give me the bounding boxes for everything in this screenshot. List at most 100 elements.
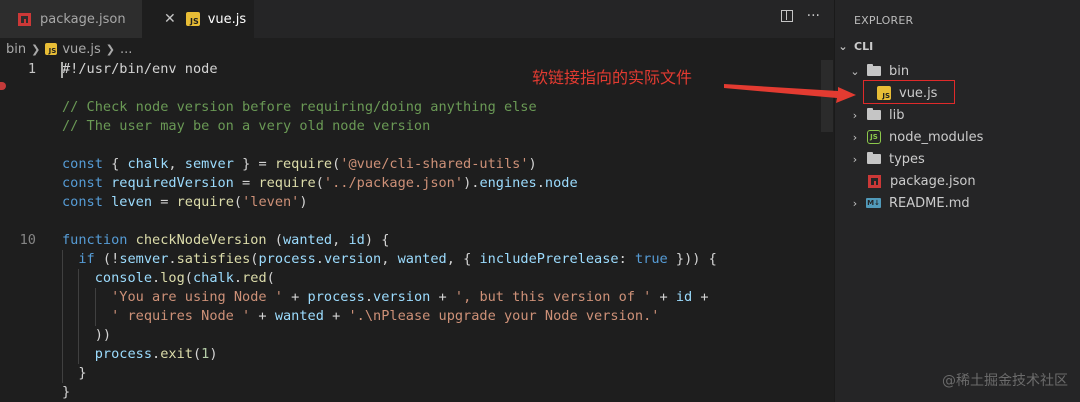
code-line[interactable]: console.log(chalk.red( <box>0 269 834 288</box>
code-token: : <box>618 251 635 267</box>
code-token: leven <box>111 194 153 210</box>
code-token: ). <box>463 175 480 191</box>
code-token: . <box>315 251 324 267</box>
code-text: } <box>62 383 70 402</box>
code-token: , <box>168 156 185 172</box>
tab-vue-js[interactable]: ✕ JS vue.js <box>142 0 254 38</box>
code-line[interactable]: 1 #!/usr/bin/env node <box>0 60 834 79</box>
code-line[interactable]: // Check node version before requiring/d… <box>0 98 834 117</box>
code-token: . <box>364 289 374 305</box>
text-cursor <box>61 62 63 78</box>
watermark: @稀土掘金技术社区 <box>942 373 1068 389</box>
code-token: id <box>675 289 693 305</box>
code-text: console.log(chalk.red( <box>62 269 275 288</box>
breadcrumb-folder[interactable]: bin <box>6 42 26 57</box>
explorer-sidebar: EXPLORER ⌄ CLI ⌄ bin JS vue.js › lib › J… <box>834 0 1080 402</box>
code-token: } <box>62 365 87 381</box>
code-line[interactable]: const requiredVersion = require('../pack… <box>0 174 834 193</box>
code-text: )) <box>62 326 111 345</box>
explorer-root-header[interactable]: ⌄ CLI <box>837 40 873 53</box>
code-text: process.exit(1) <box>62 345 218 364</box>
code-token: version <box>373 289 431 305</box>
code-text: #!/usr/bin/env node <box>62 60 218 79</box>
breadcrumb-tail[interactable]: ... <box>120 42 132 57</box>
code-line[interactable]: 'You are using Node ' + process.version … <box>0 288 834 307</box>
code-text: const leven = require('leven') <box>62 193 308 212</box>
tree-item-types[interactable]: › types <box>835 148 1080 170</box>
code-line[interactable] <box>0 212 834 231</box>
code-token: + <box>692 289 709 305</box>
code-token: + <box>651 289 676 305</box>
code-token: chalk <box>192 270 234 286</box>
tab-label: vue.js <box>207 11 247 27</box>
code-text: ' requires Node ' + wanted + '.\nPlease … <box>62 307 659 326</box>
tree-item-label: types <box>889 151 925 167</box>
code-token: require <box>176 194 234 210</box>
code-line[interactable]: ' requires Node ' + wanted + '.\nPlease … <box>0 307 834 326</box>
code-token: process <box>307 289 365 305</box>
code-line[interactable]: } <box>0 383 834 402</box>
breadcrumb-file[interactable]: vue.js <box>62 42 100 57</box>
tree-item-bin[interactable]: ⌄ bin <box>835 60 1080 82</box>
tab-package-json[interactable]: package.json <box>0 0 142 38</box>
code-token: , <box>332 232 349 248</box>
code-line[interactable]: process.exit(1) <box>0 345 834 364</box>
code-token: )) <box>62 327 112 343</box>
code-token: ( <box>184 270 193 286</box>
line-number: 10 <box>19 232 36 248</box>
code-token: = <box>233 175 259 191</box>
code-line[interactable]: 10 function checkNodeVersion (wanted, id)… <box>0 231 834 250</box>
code-token: ( <box>315 175 324 191</box>
code-token: exit <box>160 346 193 362</box>
code-line[interactable] <box>0 79 834 98</box>
code-token: ' requires Node ' <box>111 308 251 324</box>
code-line[interactable]: const { chalk, semver } = require('@vue/… <box>0 155 834 174</box>
code-token: . <box>152 270 161 286</box>
code-line[interactable]: const leven = require('leven') <box>0 193 834 212</box>
editor-area[interactable]: package.json ✕ JS vue.js ··· bin ❯ JS vu… <box>0 0 834 402</box>
code-token: console <box>94 270 153 286</box>
code-token: } <box>62 384 71 400</box>
code-editor[interactable]: 1 #!/usr/bin/env node // Check node versio… <box>0 60 834 402</box>
code-token: . <box>152 346 161 362</box>
editor-actions: ··· <box>780 9 820 23</box>
code-token: ) { <box>364 232 390 248</box>
code-token: node <box>544 175 578 191</box>
code-token: red <box>242 270 267 286</box>
code-line[interactable]: )) <box>0 326 834 345</box>
code-line[interactable] <box>0 136 834 155</box>
nodejs-icon: JS <box>867 130 881 144</box>
code-token: '../package.json' <box>323 175 464 191</box>
tree-item-node-modules[interactable]: › JS node_modules <box>835 126 1080 148</box>
chevron-down-icon: ⌄ <box>850 64 860 78</box>
tree-item-label: lib <box>889 107 905 123</box>
code-token: ( <box>266 270 275 286</box>
code-line[interactable]: // The user may be on a very old node ve… <box>0 117 834 136</box>
code-text: } <box>62 364 87 383</box>
code-token: + <box>282 289 308 305</box>
scrollbar-thumb[interactable] <box>821 60 833 132</box>
code-line[interactable]: if (!semver.satisfies(process.version, w… <box>0 250 834 269</box>
chevron-right-icon: ❯ <box>105 42 115 56</box>
code-token: wanted <box>274 308 324 324</box>
tree-item-package-json[interactable]: package.json <box>835 170 1080 192</box>
code-token: ', but this version of ' <box>454 289 652 305</box>
code-token: { <box>102 156 128 172</box>
code-line[interactable]: } <box>0 364 834 383</box>
js-file-icon: JS <box>185 12 200 26</box>
tree-item-lib[interactable]: › lib <box>835 104 1080 126</box>
more-actions-icon[interactable]: ··· <box>807 9 820 23</box>
folder-icon <box>867 152 881 164</box>
markdown-icon: M↓ <box>866 198 881 208</box>
split-editor-icon[interactable] <box>780 10 793 22</box>
code-token: includePrerelease <box>479 251 619 267</box>
code-token: #!/usr/bin/env node <box>62 61 218 77</box>
close-icon[interactable]: ✕ <box>164 12 176 26</box>
tree-item-readme[interactable]: › M↓ README.md <box>835 192 1080 214</box>
tree-item-label: bin <box>889 63 910 79</box>
code-token: = <box>152 194 177 210</box>
code-token: . <box>536 175 545 191</box>
code-token: ( <box>266 232 283 248</box>
